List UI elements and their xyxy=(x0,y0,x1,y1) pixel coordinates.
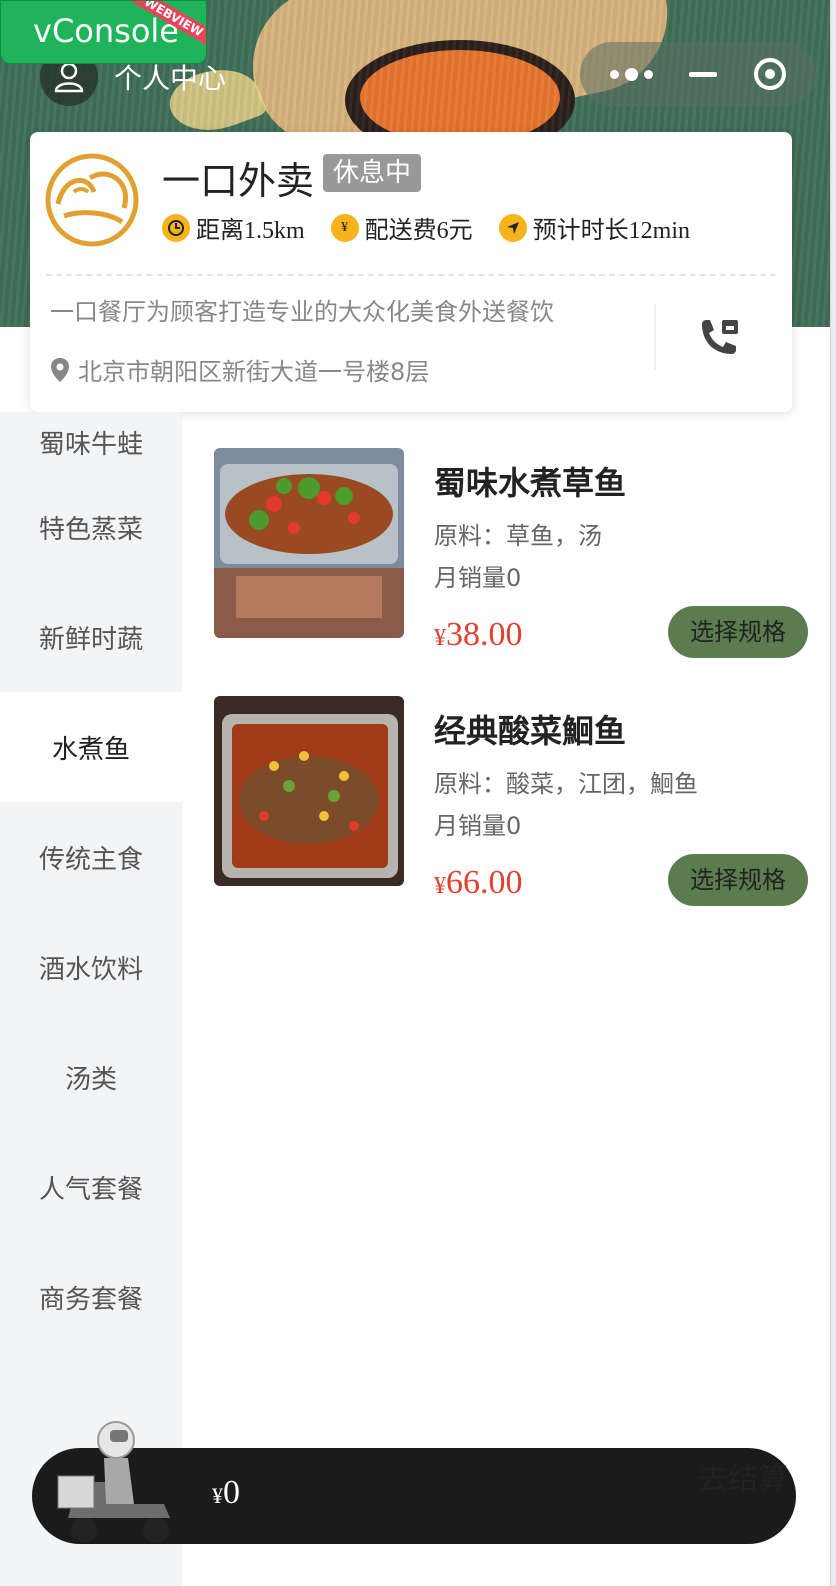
product-monthly-sales: 月销量0 xyxy=(434,812,522,840)
shop-description: 一口餐厅为顾客打造专业的大众化美食外送餐饮 xyxy=(50,298,554,326)
close-target-icon[interactable] xyxy=(753,58,786,90)
eta-item: 预计时长12min xyxy=(498,210,691,245)
distance-item: 距离1.5km xyxy=(162,210,305,245)
product-ingredients: 原料：酸菜，江团，鮰鱼 xyxy=(434,770,698,798)
clock-icon xyxy=(162,213,190,242)
phone-call-icon[interactable] xyxy=(694,314,742,362)
currency-symbol: ¥ xyxy=(212,1483,223,1508)
eta-text: 预计时长12min xyxy=(532,218,691,244)
product-name: 蜀味水煮草鱼 xyxy=(434,464,627,502)
dumpling-logo-icon xyxy=(45,153,139,247)
product-ingredients: 原料：草鱼，汤 xyxy=(434,522,602,550)
miniprogram-capsule xyxy=(580,42,816,106)
price-value: 66.00 xyxy=(446,864,523,901)
currency-symbol: ¥ xyxy=(434,625,446,651)
minimize-icon[interactable] xyxy=(689,71,718,77)
address-text: 北京市朝阳区新街大道一号楼8层 xyxy=(78,358,430,386)
price-value: 38.00 xyxy=(446,616,523,653)
divider xyxy=(46,274,776,276)
product-monthly-sales: 月销量0 xyxy=(434,564,522,592)
product-price: ¥38.00 xyxy=(434,616,523,654)
location-pin-icon xyxy=(51,357,69,382)
product-card: 蜀味水煮草鱼 原料：草鱼，汤 月销量0 ¥38.00 选择规格 xyxy=(182,448,830,658)
select-spec-button[interactable]: 选择规格 xyxy=(668,854,808,906)
cart-total-value: 0 xyxy=(223,1474,240,1511)
more-icon[interactable] xyxy=(610,67,654,81)
shop-info-card: 一口外卖 休息中 距离1.5km ¥ 配送费6元 预计时长12min 一口餐厅为… xyxy=(30,132,792,412)
vertical-divider xyxy=(654,304,656,370)
product-card: 经典酸菜鮰鱼 原料：酸菜，江团，鮰鱼 月销量0 ¥66.00 选择规格 xyxy=(182,696,830,906)
category-item-active[interactable]: 水煮鱼 xyxy=(0,692,182,802)
delivery-fee-text: 配送费6元 xyxy=(364,218,473,244)
category-item[interactable]: 人气套餐 xyxy=(0,1132,182,1242)
select-spec-button[interactable]: 选择规格 xyxy=(668,606,808,658)
vconsole-label: vConsole xyxy=(33,12,179,50)
category-item[interactable]: 特色蒸菜 xyxy=(0,472,182,582)
window-edge xyxy=(830,0,836,1586)
category-item[interactable]: 新鲜时蔬 xyxy=(0,582,182,692)
shop-name: 一口外卖 xyxy=(162,159,315,203)
category-item[interactable]: 汤类 xyxy=(0,1022,182,1132)
vconsole-button[interactable]: vConsole WEBVIEW xyxy=(0,0,207,64)
category-item[interactable]: 商务套餐 xyxy=(0,1242,182,1352)
product-image[interactable] xyxy=(214,448,404,638)
checkout-button[interactable]: 去结算 xyxy=(698,1454,788,1498)
yen-icon: ¥ xyxy=(330,213,359,242)
product-name: 经典酸菜鮰鱼 xyxy=(434,712,627,750)
category-item[interactable]: 蜀味牛蛙 xyxy=(0,412,182,472)
navigation-icon xyxy=(498,213,527,242)
delivery-rider-icon[interactable] xyxy=(54,1418,184,1544)
product-image[interactable] xyxy=(214,696,404,886)
shop-status-badge: 休息中 xyxy=(323,154,422,192)
currency-symbol: ¥ xyxy=(434,873,446,899)
category-item[interactable]: 传统主食 xyxy=(0,802,182,912)
distance-text: 距离1.5km xyxy=(196,218,305,244)
delivery-fee-item: ¥ 配送费6元 xyxy=(330,210,473,245)
shop-meta-row: 距离1.5km ¥ 配送费6元 预计时长12min xyxy=(162,210,690,245)
product-price: ¥66.00 xyxy=(434,864,523,902)
shop-address: 北京市朝阳区新街大道一号楼8层 xyxy=(50,352,429,387)
category-item[interactable]: 酒水饮料 xyxy=(0,912,182,1022)
cart-total: ¥0 xyxy=(212,1474,240,1512)
category-sidebar: 蜀味牛蛙 特色蒸菜 新鲜时蔬 水煮鱼 传统主食 酒水饮料 汤类 人气套餐 商务套… xyxy=(0,412,182,1586)
